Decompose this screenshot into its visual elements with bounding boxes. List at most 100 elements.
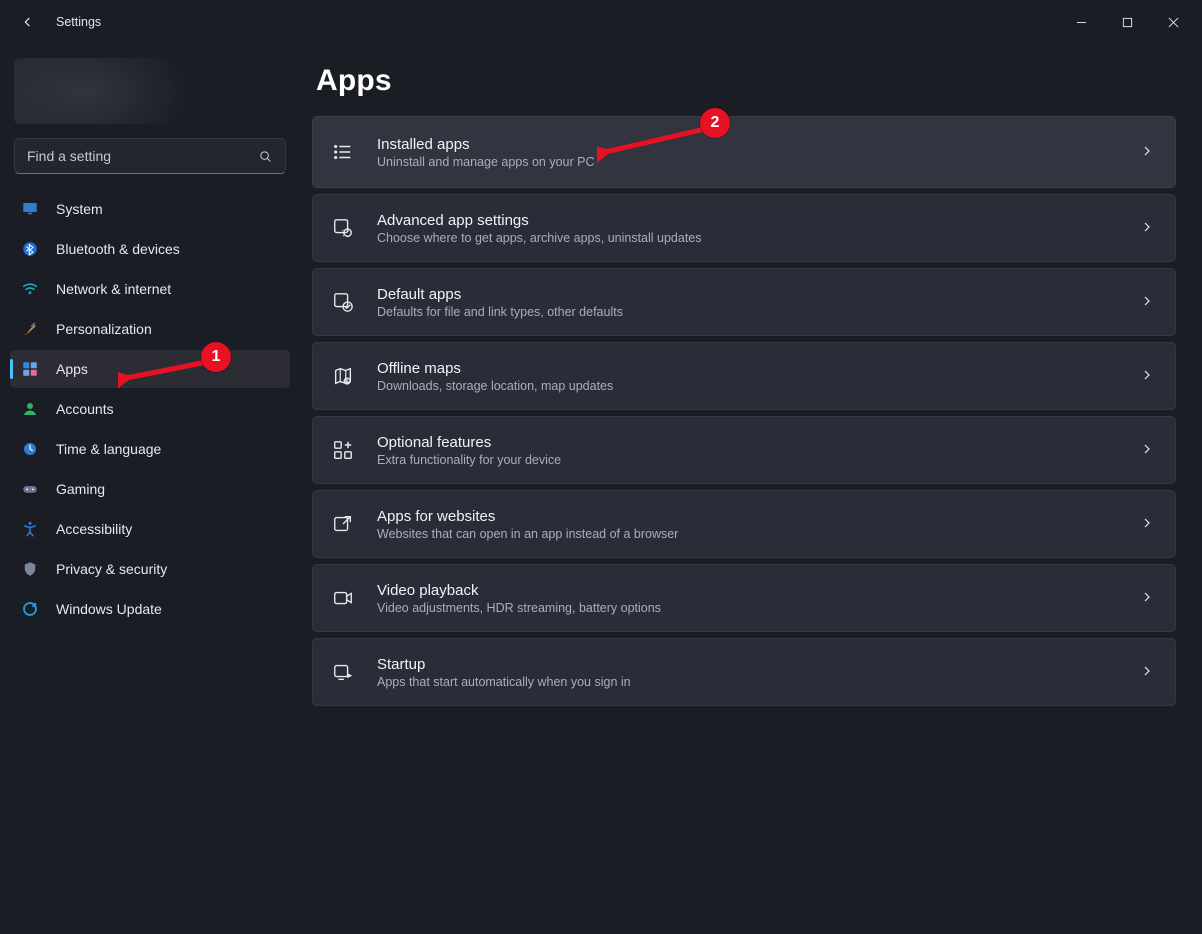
search-box[interactable]: [14, 138, 286, 174]
accessibility-icon: [20, 519, 40, 539]
title-bar-left: Settings: [0, 12, 101, 32]
startup-icon: [331, 660, 355, 684]
person-icon: [20, 399, 40, 419]
sidebar-item-personalization[interactable]: Personalization: [10, 310, 290, 348]
card-subtitle: Websites that can open in an app instead…: [377, 527, 1139, 541]
card-offline-maps[interactable]: Offline maps Downloads, storage location,…: [312, 342, 1176, 410]
card-startup[interactable]: Startup Apps that start automatically whe…: [312, 638, 1176, 706]
sidebar-item-privacy-security[interactable]: Privacy & security: [10, 550, 290, 588]
card-texts: Optional features Extra functionality for…: [377, 434, 1139, 467]
card-video-playback[interactable]: Video playback Video adjustments, HDR str…: [312, 564, 1176, 632]
sidebar-item-label: Gaming: [56, 481, 280, 497]
card-advanced-app-settings[interactable]: Advanced app settingsChoose where to get…: [312, 194, 1176, 262]
maximize-icon: [1122, 17, 1133, 28]
card-texts: Video playback Video adjustments, HDR str…: [377, 582, 1139, 615]
card-subtitle: Defaults for file and link types, other …: [377, 305, 1139, 319]
app-body: System Bluetooth & devices Network & inter…: [0, 44, 1202, 934]
sidebar-item-system[interactable]: System: [10, 190, 290, 228]
card-title: Video playback: [377, 582, 1139, 599]
sidebar-item-windows-update[interactable]: Windows Update: [10, 590, 290, 628]
list-icon: [331, 140, 355, 164]
chevron-right-icon: [1139, 293, 1157, 311]
sidebar-item-apps[interactable]: Apps: [10, 350, 290, 388]
card-title: Advanced app settings: [377, 212, 1139, 229]
sidebar-item-network-internet[interactable]: Network & internet: [10, 270, 290, 308]
content-area: Apps Installed apps Uninstall and manage …: [300, 44, 1202, 934]
card-texts: Apps for websites Websites that can open …: [377, 508, 1139, 541]
sidebar-item-label: Accessibility: [56, 521, 280, 537]
search-icon: [245, 139, 285, 173]
card-texts: Installed apps Uninstall and manage apps …: [377, 136, 1139, 169]
card-texts: Default apps Defaults for file and link t…: [377, 286, 1139, 319]
clock-icon: [20, 439, 40, 459]
sidebar-item-accounts[interactable]: Accounts: [10, 390, 290, 428]
card-optional-features[interactable]: Optional features Extra functionality for…: [312, 416, 1176, 484]
sidebar-item-label: Apps: [56, 361, 280, 377]
card-title: Default apps: [377, 286, 1139, 303]
video-icon: [331, 586, 355, 610]
chevron-right-icon: [1139, 589, 1157, 607]
sidebar: System Bluetooth & devices Network & inter…: [0, 44, 300, 934]
card-subtitle: Video adjustments, HDR streaming, batter…: [377, 601, 1139, 615]
sidebar-item-label: Network & internet: [56, 281, 280, 297]
sidebar-item-gaming[interactable]: Gaming: [10, 470, 290, 508]
minimize-icon: [1076, 17, 1087, 28]
gamepad-icon: [20, 479, 40, 499]
close-button[interactable]: [1150, 7, 1196, 37]
account-header[interactable]: [14, 58, 286, 124]
sidebar-item-label: Bluetooth & devices: [56, 241, 280, 257]
sidebar-item-label: Personalization: [56, 321, 280, 337]
app-check-icon: [331, 290, 355, 314]
window-title: Settings: [56, 15, 101, 29]
card-subtitle: Extra functionality for your device: [377, 453, 1139, 467]
search-input[interactable]: [15, 148, 245, 164]
title-bar: Settings: [0, 0, 1202, 44]
sidebar-item-label: Accounts: [56, 401, 280, 417]
back-arrow-icon: [20, 14, 36, 30]
chevron-right-icon: [1139, 663, 1157, 681]
card-installed-apps[interactable]: Installed apps Uninstall and manage apps …: [312, 116, 1176, 188]
sidebar-item-label: System: [56, 201, 280, 217]
shield-icon: [20, 559, 40, 579]
page-title: Apps: [316, 64, 1176, 98]
card-texts: Offline maps Downloads, storage location,…: [377, 360, 1139, 393]
card-subtitle: Downloads, storage location, map updates: [377, 379, 1139, 393]
map-icon: [331, 364, 355, 388]
app-gear-icon: [331, 216, 355, 240]
nav-list: System Bluetooth & devices Network & inter…: [10, 190, 290, 628]
card-texts: Advanced app settingsChoose where to get…: [377, 212, 1139, 245]
monitor-icon: [20, 199, 40, 219]
sidebar-item-bluetooth-devices[interactable]: Bluetooth & devices: [10, 230, 290, 268]
card-title: Installed apps: [377, 136, 1139, 153]
grid-plus-icon: [331, 438, 355, 462]
chevron-right-icon: [1139, 219, 1157, 237]
chevron-right-icon: [1139, 515, 1157, 533]
wifi-icon: [20, 279, 40, 299]
open-in-icon: [331, 512, 355, 536]
sidebar-item-label: Privacy & security: [56, 561, 280, 577]
back-button[interactable]: [18, 12, 38, 32]
maximize-button[interactable]: [1104, 7, 1150, 37]
card-texts: Startup Apps that start automatically whe…: [377, 656, 1139, 689]
chevron-right-icon: [1139, 143, 1157, 161]
sidebar-item-accessibility[interactable]: Accessibility: [10, 510, 290, 548]
update-icon: [20, 599, 40, 619]
card-title: Optional features: [377, 434, 1139, 451]
card-title: Offline maps: [377, 360, 1139, 377]
card-title: Apps for websites: [377, 508, 1139, 525]
card-subtitle: Apps that start automatically when you s…: [377, 675, 1139, 689]
cards-list: Installed apps Uninstall and manage apps …: [312, 116, 1176, 706]
close-icon: [1168, 17, 1179, 28]
minimize-button[interactable]: [1058, 7, 1104, 37]
apps-icon: [20, 359, 40, 379]
sidebar-item-label: Windows Update: [56, 601, 280, 617]
sidebar-item-time-language[interactable]: Time & language: [10, 430, 290, 468]
chevron-right-icon: [1139, 441, 1157, 459]
card-default-apps[interactable]: Default apps Defaults for file and link t…: [312, 268, 1176, 336]
window-controls: [1058, 7, 1196, 37]
card-title: Startup: [377, 656, 1139, 673]
card-apps-for-websites[interactable]: Apps for websites Websites that can open …: [312, 490, 1176, 558]
chevron-right-icon: [1139, 367, 1157, 385]
card-subtitle: Uninstall and manage apps on your PC: [377, 155, 1139, 169]
sidebar-item-label: Time & language: [56, 441, 280, 457]
